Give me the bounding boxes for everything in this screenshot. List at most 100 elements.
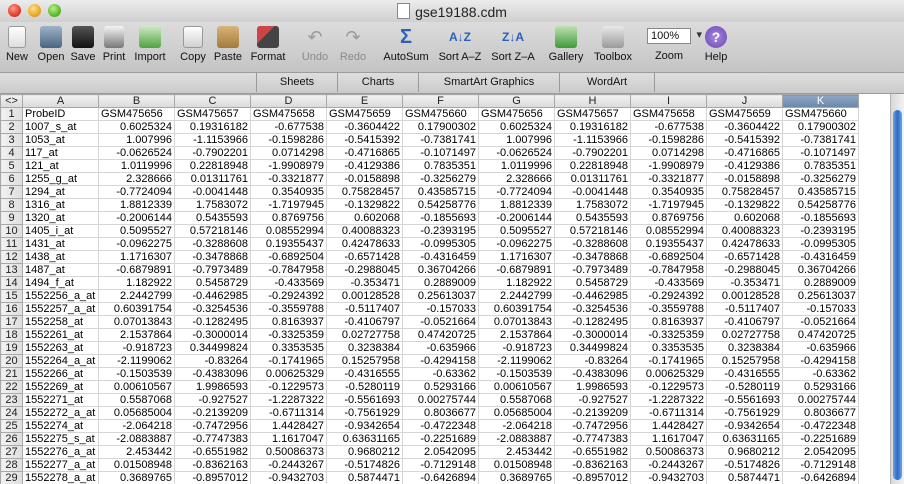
row-header[interactable]: 5	[0, 159, 23, 173]
cell[interactable]: -0.3604422	[326, 120, 403, 134]
cell[interactable]: -0.7724094	[98, 185, 175, 199]
cell[interactable]: 0.47420725	[782, 328, 859, 342]
cell[interactable]: 1.0119996	[98, 159, 175, 173]
row-header[interactable]: 24	[0, 406, 23, 420]
cell[interactable]: -0.7847958	[630, 263, 707, 277]
cell[interactable]: 2.453442	[98, 445, 175, 459]
cell[interactable]: -0.927527	[554, 393, 631, 407]
cell[interactable]: 0.57218146	[554, 224, 631, 238]
cell[interactable]: 0.00610567	[478, 380, 555, 394]
cell[interactable]: -0.4294158	[782, 354, 859, 368]
row-header[interactable]: 29	[0, 471, 23, 484]
cell[interactable]: 0.54258776	[782, 198, 859, 212]
cell[interactable]: -0.4106797	[326, 315, 403, 329]
import-button[interactable]: Import	[130, 26, 170, 63]
cell[interactable]: 0.3540935	[630, 185, 707, 199]
cell[interactable]: 1552271_at	[22, 393, 99, 407]
cell[interactable]: -2.064218	[478, 419, 555, 433]
cell[interactable]: -0.9432703	[250, 471, 327, 484]
cell[interactable]: 0.7835351	[782, 159, 859, 173]
help-button[interactable]: ? Help	[702, 26, 730, 63]
save-button[interactable]: Save	[68, 26, 98, 63]
cell[interactable]: -0.677538	[250, 120, 327, 134]
cell[interactable]: -0.8362163	[174, 458, 251, 472]
cell[interactable]: -0.7973489	[554, 263, 631, 277]
tab-charts[interactable]: Charts	[337, 73, 418, 92]
cell[interactable]: 0.42478633	[706, 237, 783, 251]
print-button[interactable]: Print	[100, 26, 128, 63]
cell[interactable]: 0.60391754	[98, 302, 175, 316]
cell[interactable]: GSM475658	[630, 107, 707, 121]
cell[interactable]: -0.4106797	[706, 315, 783, 329]
cell[interactable]: -0.2988045	[706, 263, 783, 277]
cell[interactable]: -0.6711314	[250, 406, 327, 420]
cell[interactable]: -0.1503539	[98, 367, 175, 381]
cell[interactable]: 0.00128528	[326, 289, 403, 303]
cell[interactable]: 2.453442	[478, 445, 555, 459]
cell[interactable]: -0.7381741	[782, 133, 859, 147]
cell[interactable]: -0.1229573	[250, 380, 327, 394]
cell[interactable]: GSM475660	[782, 107, 859, 121]
cell[interactable]: 0.3689765	[478, 471, 555, 484]
cell[interactable]: -0.7472956	[174, 419, 251, 433]
cell[interactable]: 1.182922	[98, 276, 175, 290]
column-header-k[interactable]: K	[782, 94, 859, 108]
cell[interactable]: 0.17900302	[402, 120, 479, 134]
cell[interactable]: 0.25613037	[782, 289, 859, 303]
autosum-button[interactable]: Σ AutoSum	[382, 26, 430, 63]
cell[interactable]: -0.1503539	[478, 367, 555, 381]
cell[interactable]: 0.5293166	[402, 380, 479, 394]
cell[interactable]: -0.927527	[174, 393, 251, 407]
cell[interactable]: 1.1716307	[478, 250, 555, 264]
cell[interactable]: 0.8036677	[402, 406, 479, 420]
cell[interactable]: 1552264_a_at	[22, 354, 99, 368]
row-header[interactable]: 11	[0, 237, 23, 251]
cell[interactable]: 0.22818948	[554, 159, 631, 173]
redo-button[interactable]: ↷ Redo	[336, 26, 370, 63]
cell[interactable]: 1552277_a_at	[22, 458, 99, 472]
cell[interactable]: 1.4428427	[630, 419, 707, 433]
cell[interactable]: -0.2251689	[402, 432, 479, 446]
cell[interactable]: 0.17900302	[782, 120, 859, 134]
cell[interactable]: 0.0714298	[630, 146, 707, 160]
cell[interactable]: -0.7381741	[402, 133, 479, 147]
cell[interactable]: -0.0521664	[782, 315, 859, 329]
cell[interactable]: -0.1741965	[250, 354, 327, 368]
cell[interactable]: -0.6892504	[630, 250, 707, 264]
vertical-scrollbar[interactable]	[890, 94, 904, 484]
cell[interactable]: 0.08552994	[250, 224, 327, 238]
cell[interactable]: 0.08552994	[630, 224, 707, 238]
cell[interactable]: 0.05685004	[478, 406, 555, 420]
row-header[interactable]: 7	[0, 185, 23, 199]
cell[interactable]: -0.1282495	[554, 315, 631, 329]
cell[interactable]: 0.42478633	[326, 237, 403, 251]
cell[interactable]: -0.9342654	[706, 419, 783, 433]
cell[interactable]: 0.05685004	[98, 406, 175, 420]
cell[interactable]: -0.2006144	[478, 211, 555, 225]
cell[interactable]: -0.0041448	[174, 185, 251, 199]
cell[interactable]: 0.34499824	[174, 341, 251, 355]
cell[interactable]: 1.8812339	[478, 198, 555, 212]
cell[interactable]: 0.8163937	[630, 315, 707, 329]
cell[interactable]: 1487_at	[22, 263, 99, 277]
cell[interactable]: 0.8163937	[250, 315, 327, 329]
cell[interactable]: -2.064218	[98, 419, 175, 433]
cell[interactable]: 0.01311761	[174, 172, 251, 186]
cell[interactable]: GSM475656	[98, 107, 175, 121]
cell[interactable]: 0.07013843	[98, 315, 175, 329]
cell[interactable]: GSM475657	[174, 107, 251, 121]
row-header[interactable]: 6	[0, 172, 23, 186]
column-header-f[interactable]: F	[402, 94, 479, 108]
cell[interactable]: -0.3288608	[174, 237, 251, 251]
cell[interactable]: -0.2139209	[554, 406, 631, 420]
cell[interactable]: 0.2889009	[782, 276, 859, 290]
cell[interactable]: 0.19355437	[250, 237, 327, 251]
cell[interactable]: -0.2006144	[98, 211, 175, 225]
column-header-i[interactable]: I	[630, 94, 707, 108]
cell[interactable]: -0.3478868	[174, 250, 251, 264]
row-header[interactable]: 16	[0, 302, 23, 316]
cell[interactable]: GSM475660	[402, 107, 479, 121]
cell[interactable]: 0.3353535	[630, 341, 707, 355]
cell[interactable]: -1.1153966	[554, 133, 631, 147]
cell[interactable]: -0.3254536	[174, 302, 251, 316]
